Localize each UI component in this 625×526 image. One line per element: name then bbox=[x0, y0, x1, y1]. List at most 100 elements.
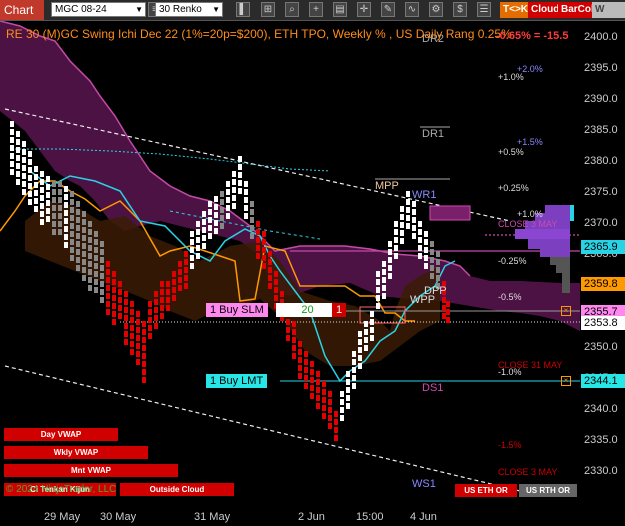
data-box-icon[interactable]: ▤ bbox=[333, 2, 347, 17]
renko-brick bbox=[106, 309, 110, 315]
renko-brick bbox=[34, 166, 38, 172]
renko-brick bbox=[298, 373, 302, 379]
buy-slm-price-label[interactable]: 20 bbox=[276, 303, 339, 317]
renko-brick bbox=[226, 189, 230, 195]
renko-brick bbox=[292, 353, 296, 359]
renko-brick bbox=[190, 231, 194, 237]
chart-style-icon[interactable]: ⊞ bbox=[261, 2, 275, 17]
renko-brick bbox=[232, 179, 236, 185]
renko-brick bbox=[76, 201, 80, 207]
zoom-icon[interactable]: ⌕ bbox=[285, 2, 299, 17]
renko-brick bbox=[58, 229, 62, 235]
renko-brick bbox=[10, 161, 14, 167]
renko-brick bbox=[76, 265, 80, 271]
renko-brick bbox=[52, 181, 56, 187]
renko-brick bbox=[82, 243, 86, 249]
renko-brick bbox=[388, 257, 392, 263]
renko-brick bbox=[196, 221, 200, 227]
renko-brick bbox=[124, 315, 128, 321]
renko-brick bbox=[178, 277, 182, 283]
us-rth-or-button[interactable]: US RTH OR bbox=[519, 484, 577, 497]
renko-brick bbox=[112, 271, 116, 277]
renko-brick bbox=[70, 199, 74, 205]
renko-brick bbox=[244, 213, 248, 219]
chart-trader-icon[interactable]: $ bbox=[453, 2, 467, 17]
renko-brick bbox=[394, 221, 398, 227]
renko-brick bbox=[208, 233, 212, 239]
zoom-in-icon[interactable]: + bbox=[309, 2, 323, 17]
us-eth-or-button[interactable]: US ETH OR bbox=[455, 484, 517, 497]
price-tick: 2350.0 bbox=[584, 341, 618, 353]
renko-brick bbox=[424, 231, 428, 237]
renko-brick bbox=[64, 226, 68, 232]
day-vwap-button[interactable]: Day VWAP bbox=[4, 428, 118, 441]
pct-label: -0.25% bbox=[498, 256, 527, 266]
renko-brick bbox=[388, 249, 392, 255]
renko-brick bbox=[244, 189, 248, 195]
crosshair-icon[interactable]: ✛ bbox=[357, 2, 371, 17]
renko-brick bbox=[250, 225, 254, 231]
renko-brick bbox=[418, 245, 422, 251]
barcol-toggle-button[interactable]: BarCol bbox=[558, 2, 597, 18]
renko-brick bbox=[172, 295, 176, 301]
renko-brick bbox=[418, 237, 422, 243]
renko-brick bbox=[16, 131, 20, 137]
renko-brick bbox=[232, 195, 236, 201]
renko-brick bbox=[304, 359, 308, 365]
buy-slm-qty-label[interactable]: 1 bbox=[332, 303, 347, 317]
instrument-selector[interactable]: MGC 08-24 ▼ bbox=[51, 2, 146, 17]
renko-brick bbox=[406, 207, 410, 213]
weekly-vwap-button[interactable]: Wkly VWAP bbox=[4, 446, 148, 459]
bar-type-icon[interactable]: ▌ bbox=[236, 2, 250, 17]
renko-brick bbox=[442, 305, 446, 311]
renko-brick bbox=[352, 351, 356, 357]
price-axis[interactable]: 2400.0 2395.0 2390.0 2385.0 2380.0 2375.0 2370… bbox=[580, 21, 625, 508]
renko-brick bbox=[58, 205, 62, 211]
strategies-icon[interactable]: ⚙ bbox=[429, 2, 443, 17]
outside-cloud-button[interactable]: Outside Cloud bbox=[120, 483, 234, 496]
renko-brick bbox=[40, 203, 44, 209]
interval-selector[interactable]: 30 Renko ▼ bbox=[155, 2, 223, 17]
tick-counter-button[interactable]: T<>K bbox=[500, 2, 532, 18]
buy-lmt-order-label[interactable]: 1 Buy LMT bbox=[206, 374, 268, 388]
pct-label: -1.5% bbox=[498, 440, 522, 450]
renko-brick bbox=[196, 229, 200, 235]
renko-brick bbox=[88, 229, 92, 235]
renko-brick bbox=[250, 233, 254, 239]
indicators-icon[interactable]: ∿ bbox=[405, 2, 419, 17]
buy-slm-order-label[interactable]: 1 Buy SLM bbox=[206, 303, 268, 317]
renko-brick bbox=[40, 219, 44, 225]
renko-brick bbox=[46, 208, 50, 214]
renko-brick bbox=[244, 197, 248, 203]
renko-brick bbox=[376, 287, 380, 293]
templates-icon[interactable]: ☰ bbox=[477, 2, 491, 17]
renko-brick bbox=[70, 231, 74, 237]
renko-brick bbox=[58, 221, 62, 227]
renko-brick bbox=[394, 237, 398, 243]
drawing-tools-icon[interactable]: ✎ bbox=[381, 2, 395, 17]
dr1-label: DR1 bbox=[422, 128, 445, 140]
monthly-vwap-button[interactable]: Mnt VWAP bbox=[4, 464, 178, 477]
renko-brick bbox=[274, 271, 278, 277]
renko-brick bbox=[340, 407, 344, 413]
renko-brick bbox=[346, 379, 350, 385]
tab-chart[interactable]: Chart bbox=[0, 0, 44, 20]
renko-brick bbox=[64, 242, 68, 248]
renko-brick bbox=[58, 189, 62, 195]
renko-brick bbox=[208, 209, 212, 215]
renko-brick bbox=[328, 407, 332, 413]
renko-brick bbox=[172, 279, 176, 285]
time-axis[interactable]: 29 May 30 May 31 May 2 Jun 15:00 4 Jun bbox=[0, 508, 580, 526]
vwap-toggle-button[interactable]: W VWA bbox=[592, 2, 625, 18]
renko-brick bbox=[304, 375, 308, 381]
renko-brick bbox=[328, 391, 332, 397]
renko-brick bbox=[190, 239, 194, 245]
renko-brick bbox=[322, 397, 326, 403]
renko-brick bbox=[376, 279, 380, 285]
cancel-order-icon[interactable]: × bbox=[561, 306, 571, 316]
renko-brick bbox=[64, 202, 68, 208]
cancel-order-icon[interactable]: × bbox=[561, 376, 571, 386]
renko-brick bbox=[376, 295, 380, 301]
renko-brick bbox=[88, 285, 92, 291]
renko-brick bbox=[250, 209, 254, 215]
